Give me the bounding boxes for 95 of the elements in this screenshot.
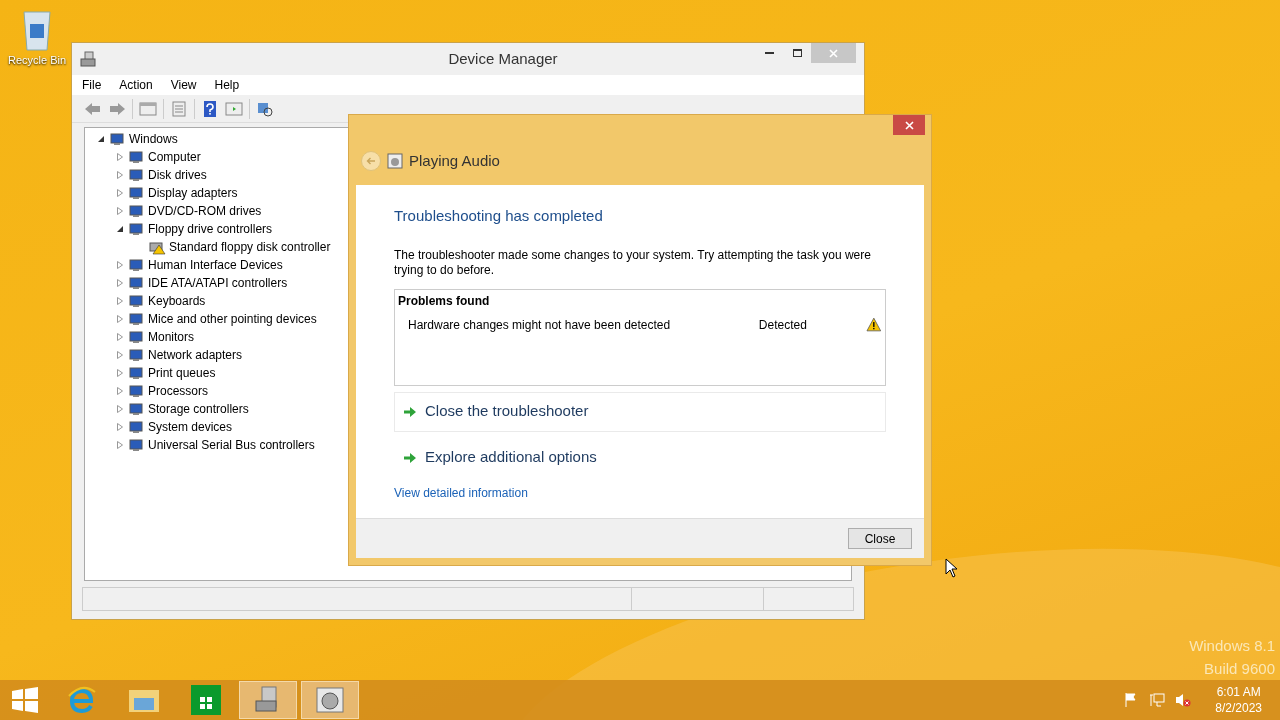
device-icon	[129, 186, 145, 200]
device-manager-icon	[80, 51, 98, 67]
details-link[interactable]: View detailed information	[394, 483, 528, 502]
scan-hardware-icon[interactable]	[256, 100, 274, 117]
tree-item[interactable]: Network adapters	[148, 346, 243, 364]
taskbar-button[interactable]	[239, 681, 297, 719]
problem-text: Hardware changes might not have been detected	[408, 316, 672, 334]
tree-item[interactable]: IDE ATA/ATAPI controllers	[148, 274, 288, 292]
expand-arrow-icon[interactable]	[117, 333, 123, 341]
tree-item[interactable]: DVD/CD-ROM drives	[148, 202, 262, 220]
menu-item[interactable]: Action	[119, 76, 153, 94]
expand-arrow-icon[interactable]	[117, 315, 123, 323]
expand-arrow-icon[interactable]	[117, 441, 123, 449]
tree-item[interactable]: Processors	[148, 382, 209, 400]
command-link[interactable]: Close the troubleshooter	[394, 391, 886, 432]
expand-arrow-icon[interactable]	[117, 153, 123, 161]
menu-item[interactable]: File	[82, 76, 102, 94]
expand-arrow-icon[interactable]	[117, 207, 123, 215]
tree-item[interactable]: System devices	[148, 418, 233, 436]
problems-heading: Problems found	[398, 292, 491, 310]
speaker-muted-icon[interactable]	[1175, 692, 1192, 708]
expand-arrow-icon[interactable]	[117, 405, 123, 413]
device-icon	[129, 258, 145, 272]
menu-item[interactable]: View	[170, 76, 197, 94]
version-text: Windows 8.1	[1189, 636, 1275, 656]
tree-item[interactable]: Computer	[148, 148, 201, 166]
expand-arrow-icon[interactable]	[117, 261, 123, 269]
windows-logo-icon	[12, 687, 38, 713]
tree-item[interactable]: Mice and other pointing devices	[148, 310, 317, 328]
device-icon	[129, 420, 145, 434]
back-button[interactable]	[361, 151, 381, 171]
expand-arrow-icon[interactable]	[117, 279, 123, 287]
device-icon	[129, 402, 145, 416]
expand-arrow-icon[interactable]	[117, 423, 123, 431]
tree-item[interactable]: Display adapters	[148, 184, 238, 202]
tree-item[interactable]: Disk drives	[148, 166, 207, 184]
wizard-title: Playing Audio	[409, 150, 500, 171]
device-icon	[110, 132, 126, 146]
tree-item[interactable]: Storage controllers	[148, 400, 249, 418]
tree-item[interactable]: Monitors	[148, 328, 194, 346]
tree-item[interactable]: Floppy drive controllers	[148, 220, 273, 238]
properties-icon[interactable]	[170, 100, 188, 117]
back-arrow-icon[interactable]	[84, 100, 102, 117]
browser-e-icon	[66, 684, 98, 716]
close-dialog-button[interactable]: Close	[848, 528, 912, 549]
close-icon	[829, 48, 838, 58]
menu-item[interactable]: Help	[214, 76, 240, 94]
device-icon	[129, 438, 145, 452]
window-title: Device Manager	[447, 48, 558, 69]
tree-item[interactable]: Keyboards	[148, 292, 206, 310]
device-icon	[129, 222, 145, 236]
warning-icon	[866, 317, 882, 332]
arrow-right-icon	[403, 451, 417, 464]
device-icon	[129, 150, 145, 164]
device-icon	[129, 330, 145, 344]
arrow-right-icon	[403, 405, 417, 418]
expand-arrow-icon[interactable]	[117, 297, 123, 305]
result-heading: Troubleshooting has completed	[394, 206, 604, 226]
problem-status: Detected	[758, 316, 808, 334]
taskbar-button[interactable]	[301, 681, 359, 719]
expand-arrow-icon[interactable]	[117, 171, 123, 179]
device-icon	[129, 204, 145, 218]
collapse-arrow-icon[interactable]	[117, 226, 123, 232]
device-icon	[129, 366, 145, 380]
collapse-arrow-icon[interactable]	[98, 136, 104, 142]
tree-item[interactable]: Human Interface Devices	[148, 256, 283, 274]
pane-icon[interactable]	[139, 100, 157, 117]
troubleshooter-icon	[316, 687, 344, 713]
store-bag-icon	[191, 685, 221, 715]
device-icon	[129, 312, 145, 326]
device-icon	[129, 348, 145, 362]
result-message: The troubleshooter made some changes to your system. Try attempting the task you were trying to do before.	[394, 247, 872, 278]
back-arrow-icon	[366, 157, 376, 165]
command-link[interactable]: Explore additional options	[394, 437, 886, 478]
tree-item[interactable]: Print queues	[148, 364, 216, 382]
troubleshooter-icon	[387, 153, 403, 169]
expand-arrow-icon[interactable]	[117, 387, 123, 395]
network-icon[interactable]	[1149, 692, 1166, 708]
pane-icon[interactable]	[225, 100, 243, 117]
forward-arrow-icon[interactable]	[108, 100, 126, 117]
device-icon	[129, 294, 145, 308]
expand-arrow-icon[interactable]	[117, 351, 123, 359]
tree-item[interactable]: Windows	[129, 130, 178, 148]
tree-item[interactable]: Universal Serial Bus controllers	[148, 436, 315, 454]
expand-arrow-icon[interactable]	[117, 189, 123, 197]
version-text: Build 9600	[1204, 659, 1275, 679]
mouse-cursor-icon	[945, 558, 958, 578]
close-icon	[904, 120, 914, 130]
device-icon	[129, 168, 145, 182]
tree-item[interactable]: Standard floppy disk controller	[169, 238, 331, 256]
device-icon	[129, 276, 145, 290]
help-icon[interactable]	[201, 100, 219, 117]
device-icon	[129, 384, 145, 398]
close-button[interactable]	[893, 115, 925, 135]
expand-arrow-icon[interactable]	[117, 369, 123, 377]
